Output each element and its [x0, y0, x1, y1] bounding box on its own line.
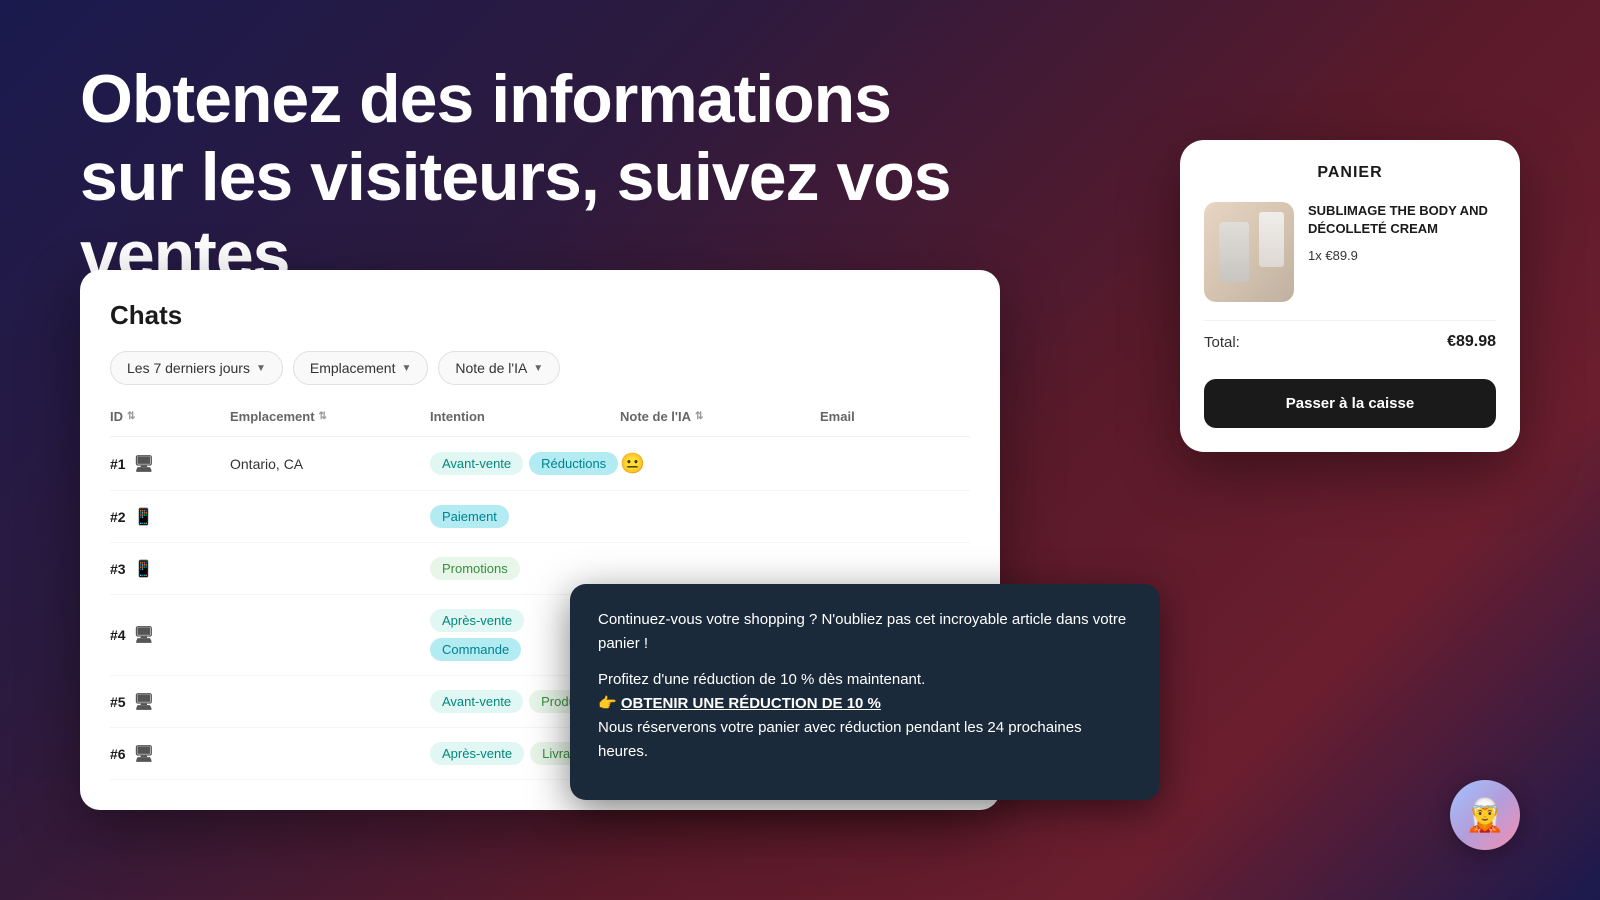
row-id: #3 📱: [110, 559, 230, 579]
hero-section: Obtenez des informations sur les visiteu…: [80, 60, 980, 295]
checkout-button[interactable]: Passer à la caisse: [1204, 379, 1496, 428]
col-id: ID ⇅: [110, 409, 230, 424]
col-email: Email: [820, 409, 970, 424]
cart-title: PANIER: [1204, 164, 1496, 182]
tag: Après-vente: [430, 609, 524, 632]
col-ai-note: Note de l'IA ⇅: [620, 409, 820, 424]
tooltip-line2: Profitez d'une réduction de 10 % dès mai…: [598, 668, 1132, 764]
filter-ai-note[interactable]: Note de l'IA ▼: [438, 351, 560, 385]
device-icon: 📱: [134, 559, 154, 579]
tooltip-line1: Continuez-vous votre shopping ? N'oublie…: [598, 608, 1132, 656]
sort-icon: ⇅: [319, 411, 327, 422]
device-icon: 🖥: [134, 625, 154, 645]
row-intention: Promotions: [430, 557, 620, 580]
tooltip-link[interactable]: OBTENIR UNE RÉDUCTION DE 10 %: [621, 695, 881, 712]
row-id: #4 🖥: [110, 625, 230, 645]
row-id-text: #5: [110, 694, 126, 710]
row-intention: Paiement: [430, 505, 620, 528]
tag: Paiement: [430, 505, 509, 528]
tag: Promotions: [430, 557, 520, 580]
col-intention: Intention: [430, 409, 620, 424]
chevron-down-icon: ▼: [256, 363, 266, 374]
col-location: Emplacement ⇅: [230, 409, 430, 424]
row-intention: Avant-vente Réductions: [430, 452, 620, 475]
cart-total-value: €89.98: [1447, 333, 1496, 351]
tooltip-popup: Continuez-vous votre shopping ? N'oublie…: [570, 584, 1160, 800]
table-row[interactable]: #2 📱 Paiement: [110, 491, 970, 543]
device-icon: 📱: [134, 507, 154, 527]
row-id-text: #1: [110, 456, 126, 472]
device-icon: 🖥: [134, 454, 154, 474]
cart-item-details: SUBLIMAGE THE BODY AND DÉCOLLETÉ CREAM 1…: [1308, 202, 1496, 302]
hero-title: Obtenez des informations sur les visiteu…: [80, 60, 980, 295]
table-row[interactable]: #1 🖥 Ontario, CA Avant-vente Réductions 😐: [110, 437, 970, 491]
filter-location-label: Emplacement: [310, 360, 396, 376]
filters-bar: Les 7 derniers jours ▼ Emplacement ▼ Not…: [110, 351, 970, 385]
filter-ai-note-label: Note de l'IA: [455, 360, 527, 376]
row-id-text: #4: [110, 627, 126, 643]
cart-item-name: SUBLIMAGE THE BODY AND DÉCOLLETÉ CREAM: [1308, 202, 1496, 238]
cart-item-price: 1x €89.9: [1308, 248, 1496, 263]
sort-icon: ⇅: [695, 411, 703, 422]
cart-panel: PANIER SUBLIMAGE THE BODY AND DÉCOLLETÉ …: [1180, 140, 1520, 452]
row-id-text: #3: [110, 561, 126, 577]
row-id: #1 🖥: [110, 454, 230, 474]
tag: Avant-vente: [430, 690, 523, 713]
tag: Réductions: [529, 452, 618, 475]
row-ai-note: 😐: [620, 451, 820, 476]
tag: Commande: [430, 638, 521, 661]
cart-item-quantity: 1x: [1308, 248, 1322, 263]
device-icon: 🖥: [134, 744, 154, 764]
filter-location[interactable]: Emplacement ▼: [293, 351, 429, 385]
row-id-text: #2: [110, 509, 126, 525]
cart-total: Total: €89.98: [1204, 320, 1496, 363]
filter-days[interactable]: Les 7 derniers jours ▼: [110, 351, 283, 385]
tooltip-line3: Nous réserverons votre panier avec réduc…: [598, 719, 1082, 760]
chevron-down-icon: ▼: [533, 363, 543, 374]
tag: Avant-vente: [430, 452, 523, 475]
chat-avatar[interactable]: 🧝: [1450, 780, 1520, 850]
cart-total-label: Total:: [1204, 334, 1240, 351]
sort-icon: ⇅: [127, 411, 135, 422]
row-id: #6 🖥: [110, 744, 230, 764]
row-id: #5 🖥: [110, 692, 230, 712]
tooltip-link-icon: 👉: [598, 695, 617, 712]
avatar-icon: 🧝: [1465, 796, 1505, 834]
device-icon: 🖥: [134, 692, 154, 712]
row-id-text: #6: [110, 746, 126, 762]
chevron-down-icon: ▼: [401, 363, 411, 374]
cart-item-image: [1204, 202, 1294, 302]
cart-item-price-value: €89.9: [1325, 248, 1358, 263]
filter-days-label: Les 7 derniers jours: [127, 360, 250, 376]
row-id: #2 📱: [110, 507, 230, 527]
cart-item: SUBLIMAGE THE BODY AND DÉCOLLETÉ CREAM 1…: [1204, 202, 1496, 302]
chat-panel-title: Chats: [110, 300, 970, 331]
row-location: Ontario, CA: [230, 456, 430, 472]
tag: Après-vente: [430, 742, 524, 765]
table-header: ID ⇅ Emplacement ⇅ Intention Note de l'I…: [110, 409, 970, 437]
